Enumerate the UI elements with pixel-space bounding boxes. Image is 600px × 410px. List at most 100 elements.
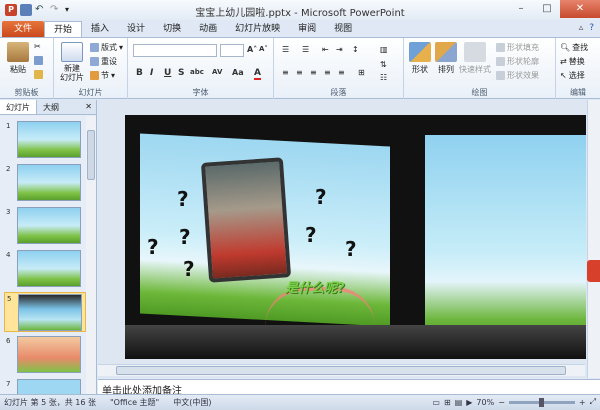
- increase-indent-icon[interactable]: ⇥: [336, 45, 343, 54]
- paste-button[interactable]: 粘贴: [2, 42, 34, 75]
- smartart-icon[interactable]: ⊞: [358, 68, 365, 77]
- question-mark-decoration: ?: [183, 257, 195, 281]
- underline-button[interactable]: U: [164, 68, 171, 78]
- distribute-icon[interactable]: ≡: [338, 68, 345, 77]
- tab-review[interactable]: 审阅: [289, 21, 325, 38]
- change-case-button[interactable]: Aa: [232, 68, 244, 77]
- font-size-combo[interactable]: [220, 44, 244, 57]
- maximize-button[interactable]: □: [534, 0, 560, 18]
- thumbnail-image: [17, 250, 81, 287]
- pane-close-icon[interactable]: ✕: [81, 100, 96, 114]
- slide-thumbnail-5[interactable]: 5: [4, 292, 86, 332]
- thumbnail-image: [17, 164, 81, 201]
- italic-button[interactable]: I: [150, 68, 153, 78]
- zoom-level[interactable]: 70%: [476, 398, 494, 407]
- layout-button[interactable]: 版式 ▾: [90, 42, 123, 53]
- zoom-slider-knob[interactable]: [538, 397, 544, 407]
- tab-transitions[interactable]: 切换: [154, 21, 190, 38]
- status-bar: 幻灯片 第 5 张，共 16 张 "Office 主题" 中文(中国) ▭ ⊞ …: [0, 394, 600, 410]
- pane-scroll-thumb[interactable]: [87, 130, 95, 180]
- copy-icon[interactable]: [34, 56, 43, 65]
- slide-editor: ? ? ? ? ? ? ? 是什么呢?: [98, 100, 600, 378]
- horizontal-scroll-thumb[interactable]: [116, 366, 566, 375]
- theme-status[interactable]: "Office 主题": [110, 397, 159, 408]
- fit-slide-icon[interactable]: ⤢: [590, 397, 596, 407]
- strike-button[interactable]: S: [178, 68, 184, 78]
- grow-font-button[interactable]: A˄: [247, 45, 257, 54]
- side-red-tab[interactable]: [587, 260, 600, 282]
- text-direction-icon[interactable]: ⇅: [380, 60, 387, 69]
- tab-file[interactable]: 文件: [2, 21, 45, 38]
- decrease-indent-icon[interactable]: ⇤: [322, 45, 329, 54]
- zoom-in-icon[interactable]: +: [579, 398, 586, 407]
- pane-scrollbar[interactable]: [86, 116, 96, 394]
- columns-icon[interactable]: ▥: [380, 45, 388, 54]
- replace-button[interactable]: ⇄ 替换: [560, 56, 585, 67]
- line-spacing-icon[interactable]: ↕: [352, 45, 359, 54]
- slide-thumbnail-3[interactable]: 3: [4, 206, 86, 246]
- minimize-ribbon-icon[interactable]: ▵: [579, 23, 584, 33]
- tab-view[interactable]: 视图: [325, 21, 361, 38]
- cut-icon[interactable]: ✂: [34, 42, 41, 51]
- tab-design[interactable]: 设计: [118, 21, 154, 38]
- justify-icon[interactable]: ≡: [324, 68, 331, 77]
- normal-view-icon[interactable]: ▭: [432, 398, 440, 407]
- section-button[interactable]: 节 ▾: [90, 70, 115, 81]
- align-text-icon[interactable]: ☷: [380, 73, 387, 82]
- group-clipboard: 粘贴 ✂ 剪贴板: [0, 38, 54, 99]
- slide-thumbnail-7[interactable]: 7: [4, 378, 86, 394]
- shrink-font-button[interactable]: A˅: [259, 45, 268, 53]
- pane-tab-slides[interactable]: 幻灯片: [0, 100, 37, 114]
- select-button[interactable]: ↖ 选择: [560, 70, 585, 81]
- customize-toolbar-icon[interactable]: ▾: [65, 4, 77, 16]
- shadow-button[interactable]: abc: [190, 68, 204, 76]
- help-icon[interactable]: ?: [589, 23, 594, 33]
- minimize-button[interactable]: –: [508, 0, 534, 18]
- shapes-icon: [409, 42, 431, 62]
- bullets-icon[interactable]: ☰: [282, 45, 289, 54]
- zoom-slider[interactable]: [508, 397, 575, 407]
- slideshow-view-icon[interactable]: ▶: [466, 398, 472, 407]
- slide-thumbnail-6[interactable]: 6: [4, 335, 86, 375]
- font-color-button[interactable]: A: [254, 68, 261, 80]
- find-button[interactable]: 🔍︎ 查找: [560, 42, 588, 53]
- slide-thumbnail-2[interactable]: 2: [4, 163, 86, 203]
- tab-slideshow[interactable]: 幻灯片放映: [226, 21, 289, 38]
- close-button[interactable]: ✕: [560, 0, 600, 18]
- format-painter-icon[interactable]: [34, 70, 43, 79]
- slide-caption[interactable]: 是什么呢?: [285, 277, 345, 296]
- reading-view-icon[interactable]: ▤: [455, 398, 463, 407]
- undo-icon[interactable]: ↶: [35, 4, 47, 16]
- zoom-out-icon[interactable]: −: [498, 398, 505, 407]
- tab-insert[interactable]: 插入: [82, 21, 118, 38]
- slide-thumbnail-4[interactable]: 4: [4, 249, 86, 289]
- reset-button[interactable]: 重设: [90, 56, 117, 67]
- tab-animations[interactable]: 动画: [190, 21, 226, 38]
- save-icon[interactable]: [20, 4, 32, 16]
- language-status[interactable]: 中文(中国): [173, 397, 211, 408]
- shape-fill-button[interactable]: 形状填充: [496, 42, 539, 53]
- align-left-icon[interactable]: ≡: [282, 68, 289, 77]
- slide-sorter-icon[interactable]: ⊞: [444, 398, 451, 407]
- align-right-icon[interactable]: ≡: [310, 68, 317, 77]
- shape-effects-button[interactable]: 形状效果: [496, 70, 539, 81]
- redo-icon[interactable]: ↷: [50, 4, 62, 16]
- numbering-icon[interactable]: ☰: [302, 45, 309, 54]
- powerpoint-app-icon[interactable]: P: [5, 4, 17, 16]
- quick-styles-button[interactable]: 快速样式: [456, 42, 494, 75]
- bold-button[interactable]: B: [136, 68, 143, 78]
- editor-horizontal-scrollbar[interactable]: [98, 364, 585, 376]
- char-spacing-button[interactable]: AV: [212, 68, 222, 76]
- pane-tab-outline[interactable]: 大纲: [37, 100, 65, 114]
- align-center-icon[interactable]: ≡: [296, 68, 303, 77]
- slide-canvas[interactable]: ? ? ? ? ? ? ? 是什么呢?: [125, 115, 586, 359]
- slide-thumbnail-1[interactable]: 1: [4, 120, 86, 160]
- arrange-icon: [435, 42, 457, 62]
- notes-pane[interactable]: 单击此处添加备注: [98, 379, 600, 397]
- new-slide-button[interactable]: 新建 幻灯片: [56, 42, 88, 82]
- child-photo[interactable]: [200, 157, 292, 283]
- font-name-combo[interactable]: [133, 44, 217, 57]
- shape-outline-button[interactable]: 形状轮廓: [496, 56, 539, 67]
- tab-home[interactable]: 开始: [44, 21, 83, 38]
- editor-vertical-scrollbar[interactable]: [587, 100, 600, 378]
